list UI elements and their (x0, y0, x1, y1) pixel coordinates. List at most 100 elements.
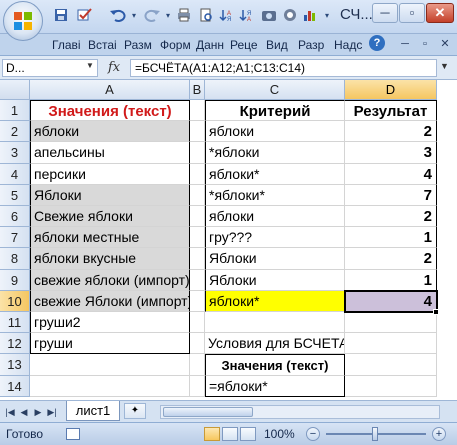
row-header-10[interactable]: 10 (0, 290, 30, 312)
sort-desc-icon[interactable]: ЯA (238, 8, 254, 24)
cell-a13[interactable] (30, 354, 190, 376)
close-button[interactable]: ✕ (426, 3, 454, 23)
cell-c12[interactable]: Условия для БСЧЕТА (205, 333, 345, 355)
row-header-2[interactable]: 2 (0, 121, 30, 143)
restore-button[interactable]: ▫ (399, 3, 425, 23)
normal-view-icon[interactable] (204, 427, 220, 441)
redo-icon[interactable] (142, 8, 162, 24)
fx-icon[interactable]: fx (108, 60, 120, 75)
cell-d11[interactable] (345, 312, 437, 334)
cell-b8[interactable] (190, 248, 205, 270)
cell-b14[interactable] (190, 375, 205, 397)
formula-input[interactable]: =БСЧЁТА(A1:A12;A1;C13:C14) (130, 59, 437, 77)
row-header-1[interactable]: 1 (0, 100, 30, 122)
row-header-12[interactable]: 12 (0, 333, 30, 355)
cell-d9[interactable]: 1 (345, 269, 437, 291)
cell-a6[interactable]: Свежие яблоки (30, 206, 190, 228)
qat-customize-icon[interactable]: ▾ (322, 8, 332, 24)
tab-data[interactable]: Данн (196, 36, 226, 55)
column-header-b[interactable]: B (190, 80, 205, 100)
cell-b9[interactable] (190, 269, 205, 291)
page-layout-view-icon[interactable] (222, 427, 238, 441)
zoom-slider-thumb[interactable] (372, 427, 378, 441)
ribbon-close-button[interactable]: ✕ (436, 36, 454, 52)
cell-b5[interactable] (190, 184, 205, 206)
cell-d14[interactable] (345, 375, 437, 397)
prev-sheet-icon[interactable]: ◀ (18, 405, 30, 419)
camera-icon[interactable] (260, 8, 278, 24)
cell-a5[interactable]: Яблоки (30, 184, 190, 206)
cell-c1[interactable]: Критерий (205, 100, 345, 122)
cell-c10[interactable]: яблоки* (205, 290, 345, 312)
office-button[interactable] (3, 1, 43, 41)
cell-d3[interactable]: 3 (345, 142, 437, 164)
cell-c14[interactable]: =яблоки* (205, 375, 345, 397)
row-header-8[interactable]: 8 (0, 248, 30, 270)
tab-home[interactable]: Главі (52, 36, 82, 55)
row-header-4[interactable]: 4 (0, 163, 30, 185)
help-icon[interactable]: ? (369, 35, 385, 51)
column-header-a[interactable]: A (30, 80, 190, 100)
tab-layout[interactable]: Разм (124, 36, 156, 55)
cell-b3[interactable] (190, 142, 205, 164)
cell-b2[interactable] (190, 121, 205, 143)
row-header-11[interactable]: 11 (0, 312, 30, 334)
cell-d6[interactable]: 2 (345, 206, 437, 228)
cell-d7[interactable]: 1 (345, 227, 437, 249)
cell-b13[interactable] (190, 354, 205, 376)
zoom-level[interactable]: 100% (264, 427, 295, 441)
cell-c4[interactable]: яблоки* (205, 163, 345, 185)
cell-a7[interactable]: яблоки местные (30, 227, 190, 249)
chevron-down-icon[interactable]: ▼ (86, 61, 94, 70)
formula-expand-icon[interactable]: ▼ (440, 61, 449, 71)
chart-icon[interactable] (302, 8, 318, 24)
name-box[interactable]: D... (2, 59, 98, 77)
cell-a10[interactable]: свежие Яблоки (импорт) (30, 290, 190, 312)
last-sheet-icon[interactable]: ▶| (46, 405, 58, 419)
cell-a11[interactable]: груши2 (30, 312, 190, 334)
cell-a9[interactable]: свежие яблоки (импорт) (30, 269, 190, 291)
ribbon-minimize-button[interactable]: ─ (396, 36, 414, 52)
row-header-14[interactable]: 14 (0, 375, 30, 397)
undo-icon[interactable] (108, 8, 128, 24)
row-header-3[interactable]: 3 (0, 142, 30, 164)
cell-c11[interactable] (205, 312, 345, 334)
minimize-button[interactable]: ─ (372, 3, 398, 23)
cell-b12[interactable] (190, 333, 205, 355)
column-header-c[interactable]: C (205, 80, 345, 100)
cell-c3[interactable]: *яблоки (205, 142, 345, 164)
cell-b1[interactable] (190, 100, 205, 122)
redo-dropdown-icon[interactable]: ▾ (164, 8, 172, 24)
row-header-7[interactable]: 7 (0, 227, 30, 249)
cell-a1[interactable]: Значения (текст) (30, 100, 190, 122)
cell-c6[interactable]: яблоки (205, 206, 345, 228)
column-header-d[interactable]: D (345, 80, 437, 100)
cell-b4[interactable] (190, 163, 205, 185)
cell-c2[interactable]: яблоки (205, 121, 345, 143)
sheet-tab-active[interactable]: лист1 (66, 401, 120, 421)
macro-record-icon[interactable] (66, 428, 80, 440)
page-break-view-icon[interactable] (240, 427, 256, 441)
cell-b10[interactable] (190, 290, 205, 312)
cell-c9[interactable]: Яблоки (205, 269, 345, 291)
select-all-button[interactable] (0, 80, 30, 100)
print-icon[interactable] (176, 8, 192, 24)
cell-d4[interactable]: 4 (345, 163, 437, 185)
save-icon[interactable] (54, 8, 68, 24)
tab-view[interactable]: Вид (266, 36, 294, 55)
qat-mark-icon[interactable] (76, 8, 96, 24)
insert-sheet-icon[interactable]: ✦ (124, 403, 146, 419)
tab-developer[interactable]: Разр (298, 36, 330, 55)
cell-c8[interactable]: Яблоки (205, 248, 345, 270)
cell-a3[interactable]: апельсины (30, 142, 190, 164)
undo-dropdown-icon[interactable]: ▾ (130, 8, 138, 24)
cell-d13[interactable] (345, 354, 437, 376)
cell-d2[interactable]: 2 (345, 121, 437, 143)
zoom-out-button[interactable]: − (306, 427, 320, 441)
row-header-5[interactable]: 5 (0, 184, 30, 206)
next-sheet-icon[interactable]: ▶ (32, 405, 44, 419)
first-sheet-icon[interactable]: |◀ (4, 405, 16, 419)
circle-icon[interactable] (282, 8, 298, 24)
cell-b6[interactable] (190, 206, 205, 228)
cell-a14[interactable] (30, 375, 190, 397)
